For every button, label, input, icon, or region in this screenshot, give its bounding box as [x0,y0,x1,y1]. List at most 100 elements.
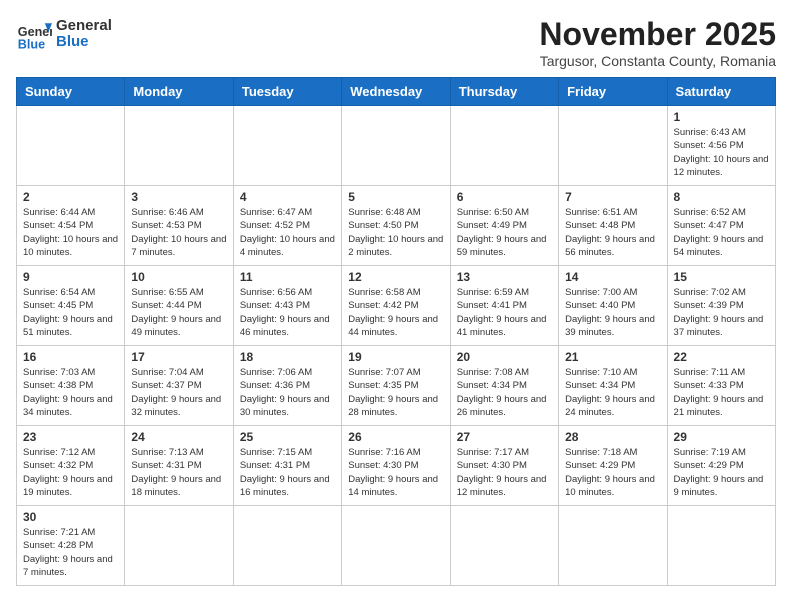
week-row-1: 2 Sunrise: 6:44 AM Sunset: 4:54 PM Daylig… [17,186,776,266]
calendar-cell: 30 Sunrise: 7:21 AM Sunset: 4:28 PM Dayli… [17,506,125,586]
calendar-cell: 25 Sunrise: 7:15 AM Sunset: 4:31 PM Dayli… [233,426,341,506]
day-info: Sunrise: 7:13 AM Sunset: 4:31 PM Dayligh… [131,446,226,499]
week-row-2: 9Sunrise: 6:54 AM Sunset: 4:45 PM Daylig… [17,266,776,346]
day-info: Sunrise: 7:15 AM Sunset: 4:31 PM Dayligh… [240,446,335,499]
day-number: 27 [457,430,552,444]
day-number: 22 [674,350,769,364]
day-number: 4 [240,190,335,204]
day-info: Sunrise: 6:59 AM Sunset: 4:41 PM Dayligh… [457,286,552,339]
calendar-cell: 2 Sunrise: 6:44 AM Sunset: 4:54 PM Daylig… [17,186,125,266]
logo-blue: Blue [56,33,89,50]
day-number: 20 [457,350,552,364]
day-info: Sunrise: 7:07 AM Sunset: 4:35 PM Dayligh… [348,366,443,419]
calendar-cell: 8 Sunrise: 6:52 AM Sunset: 4:47 PM Daylig… [667,186,775,266]
day-number: 6 [457,190,552,204]
day-info: Sunrise: 7:16 AM Sunset: 4:30 PM Dayligh… [348,446,443,499]
day-number: 14 [565,270,660,284]
day-number: 11 [240,270,335,284]
week-row-5: 30 Sunrise: 7:21 AM Sunset: 4:28 PM Dayli… [17,506,776,586]
day-number: 28 [565,430,660,444]
day-info: Sunrise: 6:55 AM Sunset: 4:44 PM Dayligh… [131,286,226,339]
calendar-cell: 5 Sunrise: 6:48 AM Sunset: 4:50 PM Daylig… [342,186,450,266]
calendar-cell [17,106,125,186]
day-header-friday: Friday [559,78,667,106]
calendar-header-row: SundayMondayTuesdayWednesdayThursdayFrid… [17,78,776,106]
calendar-cell: 4 Sunrise: 6:47 AM Sunset: 4:52 PM Daylig… [233,186,341,266]
logo-general: General [56,17,112,34]
subtitle: Targusor, Constanta County, Romania [539,53,776,69]
week-row-4: 23Sunrise: 7:12 AM Sunset: 4:32 PM Dayli… [17,426,776,506]
day-number: 18 [240,350,335,364]
calendar-cell: 20 Sunrise: 7:08 AM Sunset: 4:34 PM Dayli… [450,346,558,426]
day-number: 1 [674,110,769,124]
calendar-cell: 26 Sunrise: 7:16 AM Sunset: 4:30 PM Dayli… [342,426,450,506]
day-number: 26 [348,430,443,444]
calendar-cell: 27 Sunrise: 7:17 AM Sunset: 4:30 PM Dayli… [450,426,558,506]
day-header-saturday: Saturday [667,78,775,106]
calendar: SundayMondayTuesdayWednesdayThursdayFrid… [16,77,776,586]
day-info: Sunrise: 7:02 AM Sunset: 4:39 PM Dayligh… [674,286,769,339]
calendar-cell [233,106,341,186]
day-info: Sunrise: 6:58 AM Sunset: 4:42 PM Dayligh… [348,286,443,339]
day-number: 2 [23,190,118,204]
day-number: 15 [674,270,769,284]
day-info: Sunrise: 6:50 AM Sunset: 4:49 PM Dayligh… [457,206,552,259]
day-header-monday: Monday [125,78,233,106]
calendar-cell: 23Sunrise: 7:12 AM Sunset: 4:32 PM Dayli… [17,426,125,506]
title-area: November 2025 Targusor, Constanta County… [539,16,776,69]
calendar-cell [559,106,667,186]
calendar-cell: 3Sunrise: 6:46 AM Sunset: 4:53 PM Daylig… [125,186,233,266]
day-info: Sunrise: 6:48 AM Sunset: 4:50 PM Dayligh… [348,206,443,259]
day-info: Sunrise: 6:44 AM Sunset: 4:54 PM Dayligh… [23,206,118,259]
day-number: 16 [23,350,118,364]
day-info: Sunrise: 7:08 AM Sunset: 4:34 PM Dayligh… [457,366,552,419]
calendar-cell: 19 Sunrise: 7:07 AM Sunset: 4:35 PM Dayli… [342,346,450,426]
week-row-3: 16 Sunrise: 7:03 AM Sunset: 4:38 PM Dayli… [17,346,776,426]
day-number: 19 [348,350,443,364]
day-number: 7 [565,190,660,204]
calendar-cell: 13Sunrise: 6:59 AM Sunset: 4:41 PM Dayli… [450,266,558,346]
day-number: 30 [23,510,118,524]
day-info: Sunrise: 6:52 AM Sunset: 4:47 PM Dayligh… [674,206,769,259]
day-info: Sunrise: 7:17 AM Sunset: 4:30 PM Dayligh… [457,446,552,499]
calendar-cell: 29Sunrise: 7:19 AM Sunset: 4:29 PM Dayli… [667,426,775,506]
calendar-cell: 7Sunrise: 6:51 AM Sunset: 4:48 PM Daylig… [559,186,667,266]
day-number: 17 [131,350,226,364]
calendar-cell: 12Sunrise: 6:58 AM Sunset: 4:42 PM Dayli… [342,266,450,346]
day-info: Sunrise: 7:04 AM Sunset: 4:37 PM Dayligh… [131,366,226,419]
day-info: Sunrise: 7:10 AM Sunset: 4:34 PM Dayligh… [565,366,660,419]
day-header-sunday: Sunday [17,78,125,106]
day-number: 24 [131,430,226,444]
day-number: 8 [674,190,769,204]
day-info: Sunrise: 7:21 AM Sunset: 4:28 PM Dayligh… [23,526,118,579]
calendar-cell [342,106,450,186]
calendar-cell: 11 Sunrise: 6:56 AM Sunset: 4:43 PM Dayli… [233,266,341,346]
calendar-cell [450,106,558,186]
calendar-cell: 21 Sunrise: 7:10 AM Sunset: 4:34 PM Dayli… [559,346,667,426]
day-number: 29 [674,430,769,444]
day-info: Sunrise: 7:00 AM Sunset: 4:40 PM Dayligh… [565,286,660,339]
calendar-cell [125,106,233,186]
day-number: 25 [240,430,335,444]
day-info: Sunrise: 7:03 AM Sunset: 4:38 PM Dayligh… [23,366,118,419]
calendar-cell [342,506,450,586]
day-number: 3 [131,190,226,204]
month-title: November 2025 [539,16,776,53]
day-number: 21 [565,350,660,364]
day-info: Sunrise: 6:56 AM Sunset: 4:43 PM Dayligh… [240,286,335,339]
day-info: Sunrise: 6:47 AM Sunset: 4:52 PM Dayligh… [240,206,335,259]
calendar-cell: 16 Sunrise: 7:03 AM Sunset: 4:38 PM Dayli… [17,346,125,426]
calendar-cell: 28 Sunrise: 7:18 AM Sunset: 4:29 PM Dayli… [559,426,667,506]
day-info: Sunrise: 7:11 AM Sunset: 4:33 PM Dayligh… [674,366,769,419]
day-header-wednesday: Wednesday [342,78,450,106]
day-number: 9 [23,270,118,284]
calendar-cell: 15 Sunrise: 7:02 AM Sunset: 4:39 PM Dayli… [667,266,775,346]
svg-text:Blue: Blue [18,37,45,51]
day-info: Sunrise: 6:43 AM Sunset: 4:56 PM Dayligh… [674,126,769,179]
day-info: Sunrise: 7:18 AM Sunset: 4:29 PM Dayligh… [565,446,660,499]
calendar-cell: 22 Sunrise: 7:11 AM Sunset: 4:33 PM Dayli… [667,346,775,426]
logo: General Blue General Blue [16,16,112,52]
day-number: 5 [348,190,443,204]
calendar-cell [559,506,667,586]
day-number: 10 [131,270,226,284]
